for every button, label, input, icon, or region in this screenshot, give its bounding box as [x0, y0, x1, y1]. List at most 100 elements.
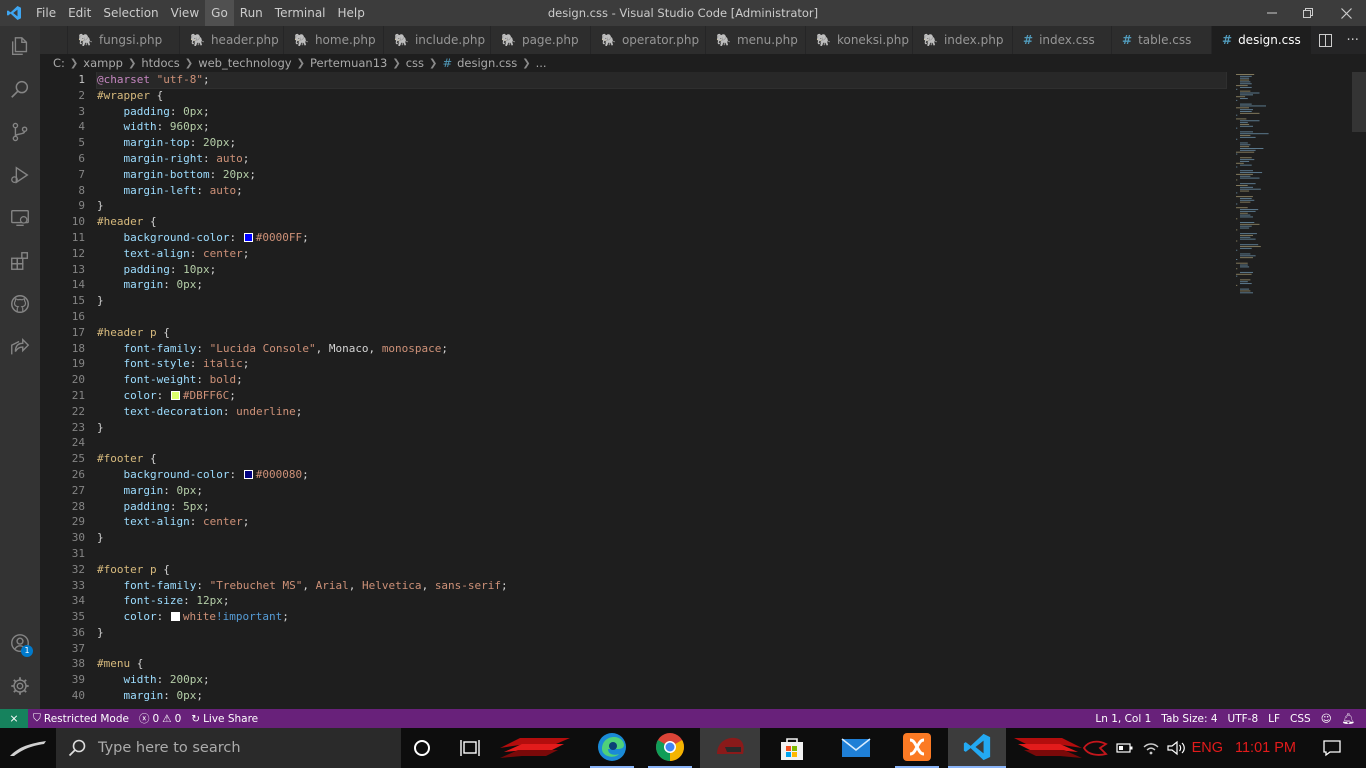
restore-button[interactable] — [1288, 0, 1328, 26]
extensions-button[interactable] — [0, 241, 40, 281]
menu-edit[interactable]: Edit — [62, 0, 97, 26]
color-swatch[interactable] — [243, 469, 253, 479]
taskbar-game-app[interactable] — [700, 728, 760, 768]
vertical-scrollbar[interactable] — [1352, 72, 1366, 709]
live-share-item[interactable]: ↻ Live Share — [186, 713, 263, 725]
breadcrumb-item[interactable]: Pertemuan13 — [310, 56, 387, 70]
taskbar-mail[interactable] — [834, 728, 878, 768]
start-button[interactable] — [0, 728, 56, 768]
code-line: #menu { — [97, 657, 144, 671]
notifications-bell-icon[interactable]: 🔔︎ — [1337, 712, 1360, 725]
source-control-button[interactable] — [0, 112, 40, 152]
menu-help[interactable]: Help — [332, 0, 371, 26]
tab-fungsi-php[interactable]: 🐘 fungsi.php — [68, 26, 180, 54]
tab-page-php[interactable]: 🐘 page.php — [491, 26, 591, 54]
files-icon — [11, 37, 28, 55]
line-number: 17 — [71, 325, 85, 339]
notification-center-icon[interactable] — [1322, 739, 1342, 757]
remote-indicator[interactable]: ⨯ — [0, 709, 28, 728]
minimap[interactable] — [1232, 72, 1352, 709]
minimize-button[interactable] — [1252, 0, 1292, 26]
breadcrumb-item[interactable]: web_technology — [198, 56, 291, 70]
more-actions-icon[interactable]: ··· — [1346, 33, 1358, 48]
clock[interactable]: 11:01 PM — [1235, 740, 1296, 756]
tab-index-css[interactable]: # index.css — [1013, 26, 1112, 54]
color-swatch[interactable] — [170, 612, 180, 622]
end-of-line[interactable]: LF — [1263, 713, 1285, 725]
close-window-button[interactable] — [1326, 0, 1366, 26]
menu-selection[interactable]: Selection — [97, 0, 164, 26]
tab-operator-php[interactable]: 🐘 operator.php — [591, 26, 706, 54]
remote-explorer-button[interactable] — [0, 198, 40, 238]
minimap-line — [1236, 85, 1248, 87]
feedback-icon[interactable]: ☺ — [1316, 713, 1337, 725]
task-view-button[interactable] — [454, 728, 486, 768]
taskbar-chrome[interactable] — [648, 728, 692, 768]
minimap-line — [1240, 122, 1248, 124]
explorer-button[interactable] — [0, 26, 40, 66]
taskbar-xampp[interactable] — [895, 728, 939, 768]
github-button[interactable] — [0, 284, 40, 324]
minimap-line — [1236, 74, 1255, 75]
minimap-line — [1240, 142, 1248, 144]
color-swatch[interactable] — [243, 232, 253, 242]
run-debug-button[interactable] — [0, 155, 40, 195]
tab-design-css[interactable]: #design.css✕ — [1212, 26, 1322, 54]
tab-index-php[interactable]: 🐘 index.php — [913, 26, 1013, 54]
minimap-line — [1240, 246, 1261, 248]
menu-go[interactable]: Go — [205, 0, 234, 26]
breadcrumb-item[interactable]: xampp — [83, 56, 123, 70]
breadcrumb-item[interactable]: css — [406, 56, 424, 70]
accounts-button[interactable]: 1 — [0, 623, 40, 663]
cortana-button[interactable] — [406, 728, 438, 768]
tab-home-php[interactable]: 🐘 home.php — [284, 26, 384, 54]
rog-logo-icon[interactable] — [1082, 738, 1108, 758]
menu-terminal[interactable]: Terminal — [269, 0, 332, 26]
taskbar-search[interactable]: Type here to search — [56, 728, 401, 768]
code-line: text-decoration: underline; — [123, 404, 303, 418]
taskbar-store[interactable] — [770, 728, 814, 768]
language-mode[interactable]: CSS — [1285, 713, 1316, 725]
search-button[interactable] — [0, 69, 40, 109]
minimap-line — [1240, 177, 1260, 179]
language-indicator[interactable]: ENG — [1192, 740, 1223, 756]
color-swatch[interactable] — [170, 390, 180, 400]
chevron-right-icon: ❯ — [429, 57, 438, 69]
php-icon: 🐘 — [394, 33, 409, 47]
menu-file[interactable]: File — [30, 0, 62, 26]
problems-item[interactable]: ⓧ 0 ⚠ 0 — [134, 711, 186, 726]
menu-run[interactable]: Run — [234, 0, 269, 26]
line-number: 5 — [78, 136, 85, 150]
manage-button[interactable] — [0, 666, 40, 706]
tab-koneksi-php[interactable]: 🐘 koneksi.php — [806, 26, 913, 54]
menu-view[interactable]: View — [165, 0, 205, 26]
code-editor[interactable]: 1 2 3 4 5 6 7 8 9 10 11 12 13 14 15 16 17 18 19 20 21 22 23 24 2… — [40, 72, 1366, 709]
wifi-icon[interactable] — [1142, 740, 1160, 756]
volume-icon[interactable] — [1166, 740, 1186, 756]
tab-menu-php[interactable]: 🐘 menu.php — [706, 26, 806, 54]
breadcrumb-item[interactable]: ... — [536, 56, 547, 70]
taskbar-vscode[interactable] — [948, 728, 1006, 768]
scrollbar-thumb[interactable] — [1352, 72, 1366, 132]
battery-icon[interactable] — [1115, 742, 1134, 754]
line-number: 31 — [71, 546, 85, 560]
breadcrumb-item[interactable]: design.css — [457, 56, 517, 70]
tab-header-php[interactable]: 🐘 header.php — [180, 26, 284, 54]
minimap-line — [1240, 175, 1251, 177]
breadcrumb-item[interactable]: htdocs — [141, 56, 179, 70]
minimap-line — [1240, 234, 1253, 236]
minimap-line — [1240, 266, 1250, 268]
encoding[interactable]: UTF-8 — [1223, 713, 1264, 725]
taskbar-edge[interactable] — [590, 728, 634, 768]
tab-table-css[interactable]: # table.css — [1112, 26, 1212, 54]
cursor-position[interactable]: Ln 1, Col 1 — [1090, 713, 1156, 725]
tab-include-php[interactable]: 🐘 include.php — [384, 26, 491, 54]
code-content[interactable]: @charset "utf-8"; #wrapper { padding: 0p… — [96, 72, 1227, 704]
restricted-mode-item[interactable]: ⛉ Restricted Mode — [28, 712, 134, 725]
live-share-button[interactable] — [0, 327, 40, 367]
tab-size[interactable]: Tab Size: 4 — [1156, 713, 1222, 725]
split-editor-icon[interactable] — [1319, 33, 1333, 47]
line-number: 8 — [78, 183, 85, 197]
minimap-line — [1240, 131, 1253, 133]
breadcrumb-item[interactable]: C: — [53, 56, 65, 70]
